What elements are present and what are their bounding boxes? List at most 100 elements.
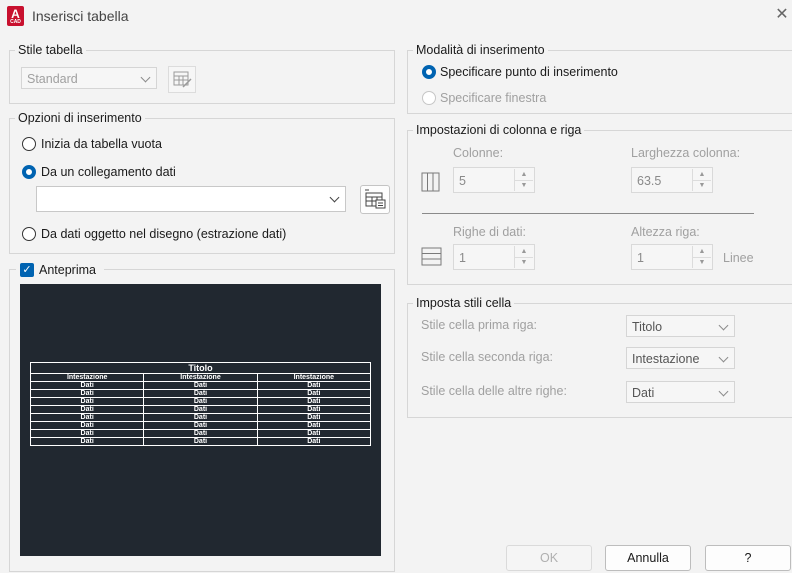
data-link-manager-button[interactable] bbox=[360, 185, 390, 214]
preview-data-cell: Dati bbox=[143, 437, 258, 446]
chevron-down-icon bbox=[718, 352, 729, 363]
colonna-riga-legend: Impostazioni di colonna e riga bbox=[413, 123, 585, 137]
prima-riga-label: Stile cella prima riga: bbox=[421, 318, 538, 332]
righe-spinner[interactable]: 1 ▲ ▼ bbox=[453, 244, 535, 270]
preview-data-cell: Dati bbox=[256, 413, 372, 422]
spin-down-icon[interactable]: ▼ bbox=[515, 180, 533, 191]
radio-collegamento-dati-label: Da un collegamento dati bbox=[41, 165, 176, 179]
preview-data-cell: Dati bbox=[29, 437, 145, 446]
larghezza-label: Larghezza colonna: bbox=[631, 146, 741, 160]
preview-data-cell: Dati bbox=[256, 381, 372, 390]
preview-data-row: Dati Dati Dati bbox=[29, 421, 372, 430]
prima-riga-value: Titolo bbox=[632, 320, 663, 334]
preview-data-cell: Dati bbox=[143, 413, 258, 422]
preview-header-row: Intestazione Intestazione Intestazione bbox=[29, 373, 372, 382]
preview-data-row: Dati Dati Dati bbox=[29, 381, 372, 390]
preview-data-cell: Dati bbox=[29, 397, 145, 406]
altre-righe-select[interactable]: Dati bbox=[626, 381, 735, 403]
linee-label: Linee bbox=[723, 251, 754, 265]
spin-down-icon[interactable]: ▼ bbox=[693, 180, 711, 191]
preview-data-cell: Dati bbox=[143, 405, 258, 414]
altre-righe-value: Dati bbox=[632, 386, 655, 400]
preview-header-cell: Intestazione bbox=[256, 373, 372, 382]
radio-dati-oggetto[interactable] bbox=[22, 227, 36, 241]
spin-down-icon[interactable]: ▼ bbox=[515, 257, 533, 268]
preview-data-cell: Dati bbox=[29, 381, 145, 390]
preview-data-cell: Dati bbox=[256, 397, 372, 406]
preview-data-row: Dati Dati Dati bbox=[29, 397, 372, 406]
prima-riga-select[interactable]: Titolo bbox=[626, 315, 735, 337]
spin-down-icon[interactable]: ▼ bbox=[693, 257, 711, 268]
preview-data-row: Dati Dati Dati bbox=[29, 437, 372, 446]
stile-tabella-legend: Stile tabella bbox=[15, 43, 86, 57]
larghezza-spinner[interactable]: 63.5 ▲ ▼ bbox=[631, 167, 713, 193]
radio-punto-inserimento-label: Specificare punto di inserimento bbox=[440, 65, 618, 79]
preview-title: Titolo bbox=[30, 362, 371, 374]
preview-data-cell: Dati bbox=[143, 429, 258, 438]
righe-value: 1 bbox=[459, 251, 466, 265]
radio-collegamento-dati[interactable] bbox=[22, 165, 36, 179]
preview-data-cell: Dati bbox=[29, 421, 145, 430]
preview-data-cell: Dati bbox=[29, 405, 145, 414]
preview-data-row: Dati Dati Dati bbox=[29, 405, 372, 414]
radio-punto-inserimento[interactable] bbox=[422, 65, 436, 79]
table-preview: Titolo Intestazione Intestazione Intesta… bbox=[20, 284, 381, 556]
altezza-spinner[interactable]: 1 ▲ ▼ bbox=[631, 244, 713, 270]
table-style-select[interactable]: Standard bbox=[21, 67, 157, 89]
app-icon-sub: CAD bbox=[10, 19, 21, 25]
chevron-down-icon bbox=[718, 386, 729, 397]
colonne-value: 5 bbox=[459, 174, 466, 188]
chevron-down-icon bbox=[329, 192, 340, 203]
radio-tabella-vuota[interactable] bbox=[22, 137, 36, 151]
preview-data-cell: Dati bbox=[256, 421, 372, 430]
preview-data-cell: Dati bbox=[256, 429, 372, 438]
radio-finestra[interactable] bbox=[422, 91, 436, 105]
preview-data-cell: Dati bbox=[143, 381, 258, 390]
preview-data-cell: Dati bbox=[29, 413, 145, 422]
annulla-button[interactable]: Annulla bbox=[605, 545, 691, 571]
preview-data-cell: Dati bbox=[143, 421, 258, 430]
colonne-label: Colonne: bbox=[453, 146, 504, 160]
chevron-down-icon bbox=[718, 320, 729, 331]
data-link-select[interactable] bbox=[36, 186, 346, 212]
altre-righe-label: Stile cella delle altre righe: bbox=[421, 384, 567, 398]
window-title: Inserisci tabella bbox=[32, 8, 129, 24]
preview-data-cell: Dati bbox=[256, 405, 372, 414]
rows-icon bbox=[421, 247, 442, 266]
columns-icon bbox=[421, 172, 440, 192]
seconda-riga-select[interactable]: Intestazione bbox=[626, 347, 735, 369]
stili-cella-legend: Imposta stili cella bbox=[413, 296, 515, 310]
preview-data-cell: Dati bbox=[143, 397, 258, 406]
preview-header-cell: Intestazione bbox=[29, 373, 145, 382]
preview-data-row: Dati Dati Dati bbox=[29, 389, 372, 398]
table-style-dialog-button[interactable] bbox=[168, 66, 196, 93]
altezza-label: Altezza riga: bbox=[631, 225, 700, 239]
table-style-value: Standard bbox=[27, 72, 78, 86]
radio-tabella-vuota-label: Inizia da tabella vuota bbox=[41, 137, 162, 151]
preview-data-row: Dati Dati Dati bbox=[29, 429, 372, 438]
seconda-riga-label: Stile cella seconda riga: bbox=[421, 350, 554, 364]
radio-dati-oggetto-label: Da dati oggetto nel disegno (estrazione … bbox=[41, 227, 287, 241]
preview-table: Titolo Intestazione Intestazione Intesta… bbox=[29, 362, 372, 446]
table-style-icon bbox=[173, 71, 192, 88]
preview-data-cell: Dati bbox=[143, 389, 258, 398]
close-icon[interactable]: ✕ bbox=[772, 5, 792, 25]
chevron-down-icon bbox=[140, 72, 151, 83]
preview-data-cell: Dati bbox=[29, 389, 145, 398]
seconda-riga-value: Intestazione bbox=[632, 352, 700, 366]
anteprima-checkbox[interactable]: ✓ bbox=[20, 263, 34, 277]
modalita-legend: Modalità di inserimento bbox=[413, 43, 548, 57]
altezza-value: 1 bbox=[637, 251, 644, 265]
data-link-manager-icon bbox=[365, 189, 386, 209]
separator bbox=[422, 213, 754, 214]
larghezza-value: 63.5 bbox=[637, 174, 662, 188]
help-button[interactable]: ? bbox=[705, 545, 791, 571]
radio-finestra-label: Specificare finestra bbox=[440, 91, 547, 105]
colonne-spinner[interactable]: 5 ▲ ▼ bbox=[453, 167, 535, 193]
preview-data-row: Dati Dati Dati bbox=[29, 413, 372, 422]
preview-data-cell: Dati bbox=[256, 437, 372, 446]
anteprima-label: Anteprima bbox=[39, 263, 96, 277]
ok-button[interactable]: OK bbox=[506, 545, 592, 571]
preview-data-cell: Dati bbox=[256, 389, 372, 398]
righe-label: Righe di dati: bbox=[453, 225, 526, 239]
